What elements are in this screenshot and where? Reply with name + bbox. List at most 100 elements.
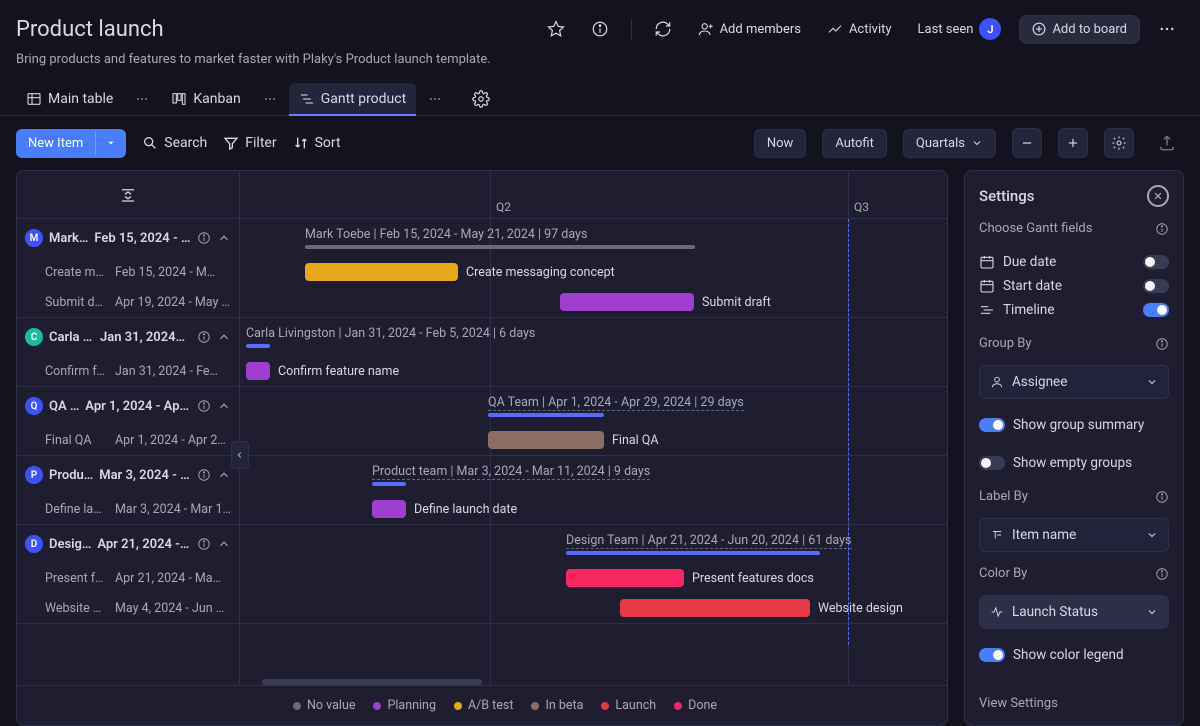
tab-kanban-more-icon[interactable] [259,88,281,110]
group-header[interactable]: Q QA … Apr 1, 2024 - Ap… [17,387,239,425]
filter-button[interactable]: Filter [223,135,276,151]
tab-gantt[interactable]: Gantt product [289,83,417,115]
label-by-select[interactable]: Item name [979,518,1169,552]
add-to-board-button[interactable]: Add to board [1019,15,1140,44]
group-header[interactable]: P Produ… Mar 3, 2024 - … [17,456,239,494]
gantt-bar-label: Define launch date [414,502,517,517]
legend-item: Launch [601,698,656,713]
task-row[interactable]: Create messagi… Feb 15, 2024 - M… [17,257,239,287]
chevron-up-icon[interactable] [217,468,231,482]
group-by-label: Group By [979,336,1032,351]
zoom-out-button[interactable] [1012,128,1042,158]
new-item-label: New Item [16,129,95,158]
show-color-legend-toggle[interactable] [979,648,1005,662]
task-name: Confirm featur… [45,364,107,379]
start-date-toggle[interactable] [1143,279,1169,293]
info-icon[interactable] [583,14,617,44]
task-dates: Mar 3, 2024 - Mar 1… [115,502,231,517]
zoom-select[interactable]: Quartals [903,129,996,158]
close-icon[interactable] [1147,185,1169,207]
show-group-summary-toggle[interactable] [979,418,1005,432]
gantt-bar-label: Website design [818,601,903,616]
task-row[interactable]: Final QA Apr 1, 2024 - Apr 29, 2024 [17,425,239,455]
chevron-up-icon[interactable] [217,231,231,245]
add-members-button[interactable]: Add members [690,15,809,43]
group-dates: Jan 31, 2024… [100,330,191,345]
gantt-bar[interactable] [305,263,458,281]
gantt-bar[interactable] [566,569,684,587]
gantt-settings-icon[interactable] [1104,128,1134,158]
group-header[interactable]: C Carla L… Jan 31, 2024… [17,318,239,356]
refresh-icon[interactable] [646,14,680,44]
gantt-bar[interactable] [372,500,406,518]
chevron-up-icon[interactable] [217,537,231,551]
legend-label: Planning [387,698,436,713]
view-settings-link[interactable]: View Settings [979,696,1169,711]
tab-main-label: Main table [48,91,113,107]
show-empty-groups-toggle[interactable] [979,456,1005,470]
task-row[interactable]: Define launc… Mar 3, 2024 - Mar 1… [17,494,239,524]
sort-button[interactable]: Sort [293,135,341,151]
gantt-bar[interactable] [620,599,810,617]
tab-kanban[interactable]: Kanban [161,83,250,115]
chevron-up-icon[interactable] [217,330,231,344]
group-name: Desig… [49,537,91,552]
search-button[interactable]: Search [142,135,207,151]
info-icon[interactable] [1155,490,1169,504]
tab-main-more-icon[interactable] [131,88,153,110]
tab-settings-icon[interactable] [466,84,496,114]
info-icon[interactable] [197,537,211,551]
legend-label: A/B test [468,698,513,713]
info-icon[interactable] [197,231,211,245]
legend-item: A/B test [454,698,513,713]
star-icon[interactable] [539,14,573,44]
info-icon[interactable] [1155,337,1169,351]
gantt-bar-label: Confirm feature name [278,364,399,379]
tab-main-table[interactable]: Main table [16,83,123,115]
autofit-button[interactable]: Autofit [822,129,887,158]
page-subtitle: Bring products and features to market fa… [16,52,1184,67]
info-icon[interactable] [1155,567,1169,581]
task-row[interactable]: Submit d… Apr 19, 2024 - May 21, … [17,287,239,317]
activity-button[interactable]: Activity [819,15,900,43]
new-item-caret-icon[interactable] [95,131,126,155]
task-row[interactable]: Confirm featur… Jan 31, 2024 - Fe… [17,356,239,386]
task-name: Create messagi… [45,265,107,280]
group-by-select[interactable]: Assignee [979,365,1169,399]
task-name: Define launc… [45,502,107,517]
group-summary: QA Team | Apr 1, 2024 - Apr 29, 2024 | 2… [488,395,744,411]
horizontal-scrollbar[interactable] [262,679,482,685]
chevron-up-icon[interactable] [217,399,231,413]
new-item-button[interactable]: New Item [16,129,126,158]
due-date-toggle[interactable] [1143,255,1169,269]
zoom-in-button[interactable] [1058,128,1088,158]
info-icon[interactable] [1155,222,1169,236]
collapse-all-icon[interactable] [119,186,137,204]
info-icon[interactable] [197,399,211,413]
more-icon[interactable] [1150,14,1184,44]
group-header[interactable]: D Desig… Apr 21, 2024 -… [17,525,239,563]
start-date-label: Start date [1003,278,1135,294]
tab-gantt-more-icon[interactable] [424,88,446,110]
last-seen[interactable]: Last seen J [910,12,1010,46]
task-row[interactable]: Website de… May 4, 2024 - Jun 20,… [17,593,239,623]
timeline-toggle[interactable] [1143,303,1169,317]
calendar-icon [979,254,995,270]
gantt-bar[interactable] [560,293,694,311]
gantt-bar[interactable] [246,362,270,380]
info-icon[interactable] [197,330,211,344]
avatar: D [25,535,43,553]
info-icon[interactable] [197,468,211,482]
legend-dot [373,702,381,710]
task-row[interactable]: Present featur… Apr 21, 2024 - Ma… [17,563,239,593]
export-icon[interactable] [1150,128,1184,158]
gantt-bar[interactable] [488,431,604,449]
color-by-select[interactable]: Launch Status [979,595,1169,629]
column-resize-handle[interactable] [231,441,249,469]
gantt-bar-label: Final QA [612,433,659,448]
task-dates: Jan 31, 2024 - Fe… [115,364,231,379]
group-header[interactable]: M Mark… Feb 15, 2024 - … [17,219,239,257]
gantt-bar-label: Create messaging concept [466,265,615,280]
now-button[interactable]: Now [754,129,806,158]
group-by-value: Assignee [1012,374,1138,390]
